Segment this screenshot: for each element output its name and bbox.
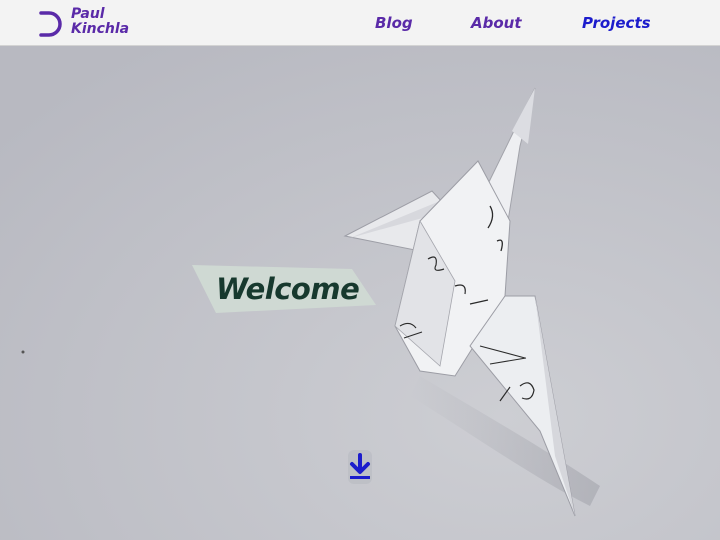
logo-link[interactable]: Paul Kinchla bbox=[38, 6, 148, 42]
nav-projects[interactable]: Projects bbox=[582, 14, 651, 32]
logo-d-icon bbox=[39, 11, 62, 37]
brand-name: Paul Kinchla bbox=[71, 7, 129, 37]
brand-name-line2: Kinchla bbox=[71, 21, 130, 37]
site-header: Paul Kinchla Blog About Projects bbox=[0, 0, 720, 46]
brand-name-line1: Paul bbox=[71, 6, 105, 22]
welcome-heading: Welcome bbox=[216, 272, 360, 306]
nav-blog[interactable]: Blog bbox=[375, 14, 413, 32]
scroll-down-button[interactable] bbox=[346, 449, 374, 485]
hero-section: Welcome bbox=[0, 46, 720, 540]
welcome-banner: Welcome bbox=[192, 265, 376, 313]
nav-about[interactable]: About bbox=[471, 14, 522, 32]
arrow-down-icon bbox=[348, 450, 372, 484]
